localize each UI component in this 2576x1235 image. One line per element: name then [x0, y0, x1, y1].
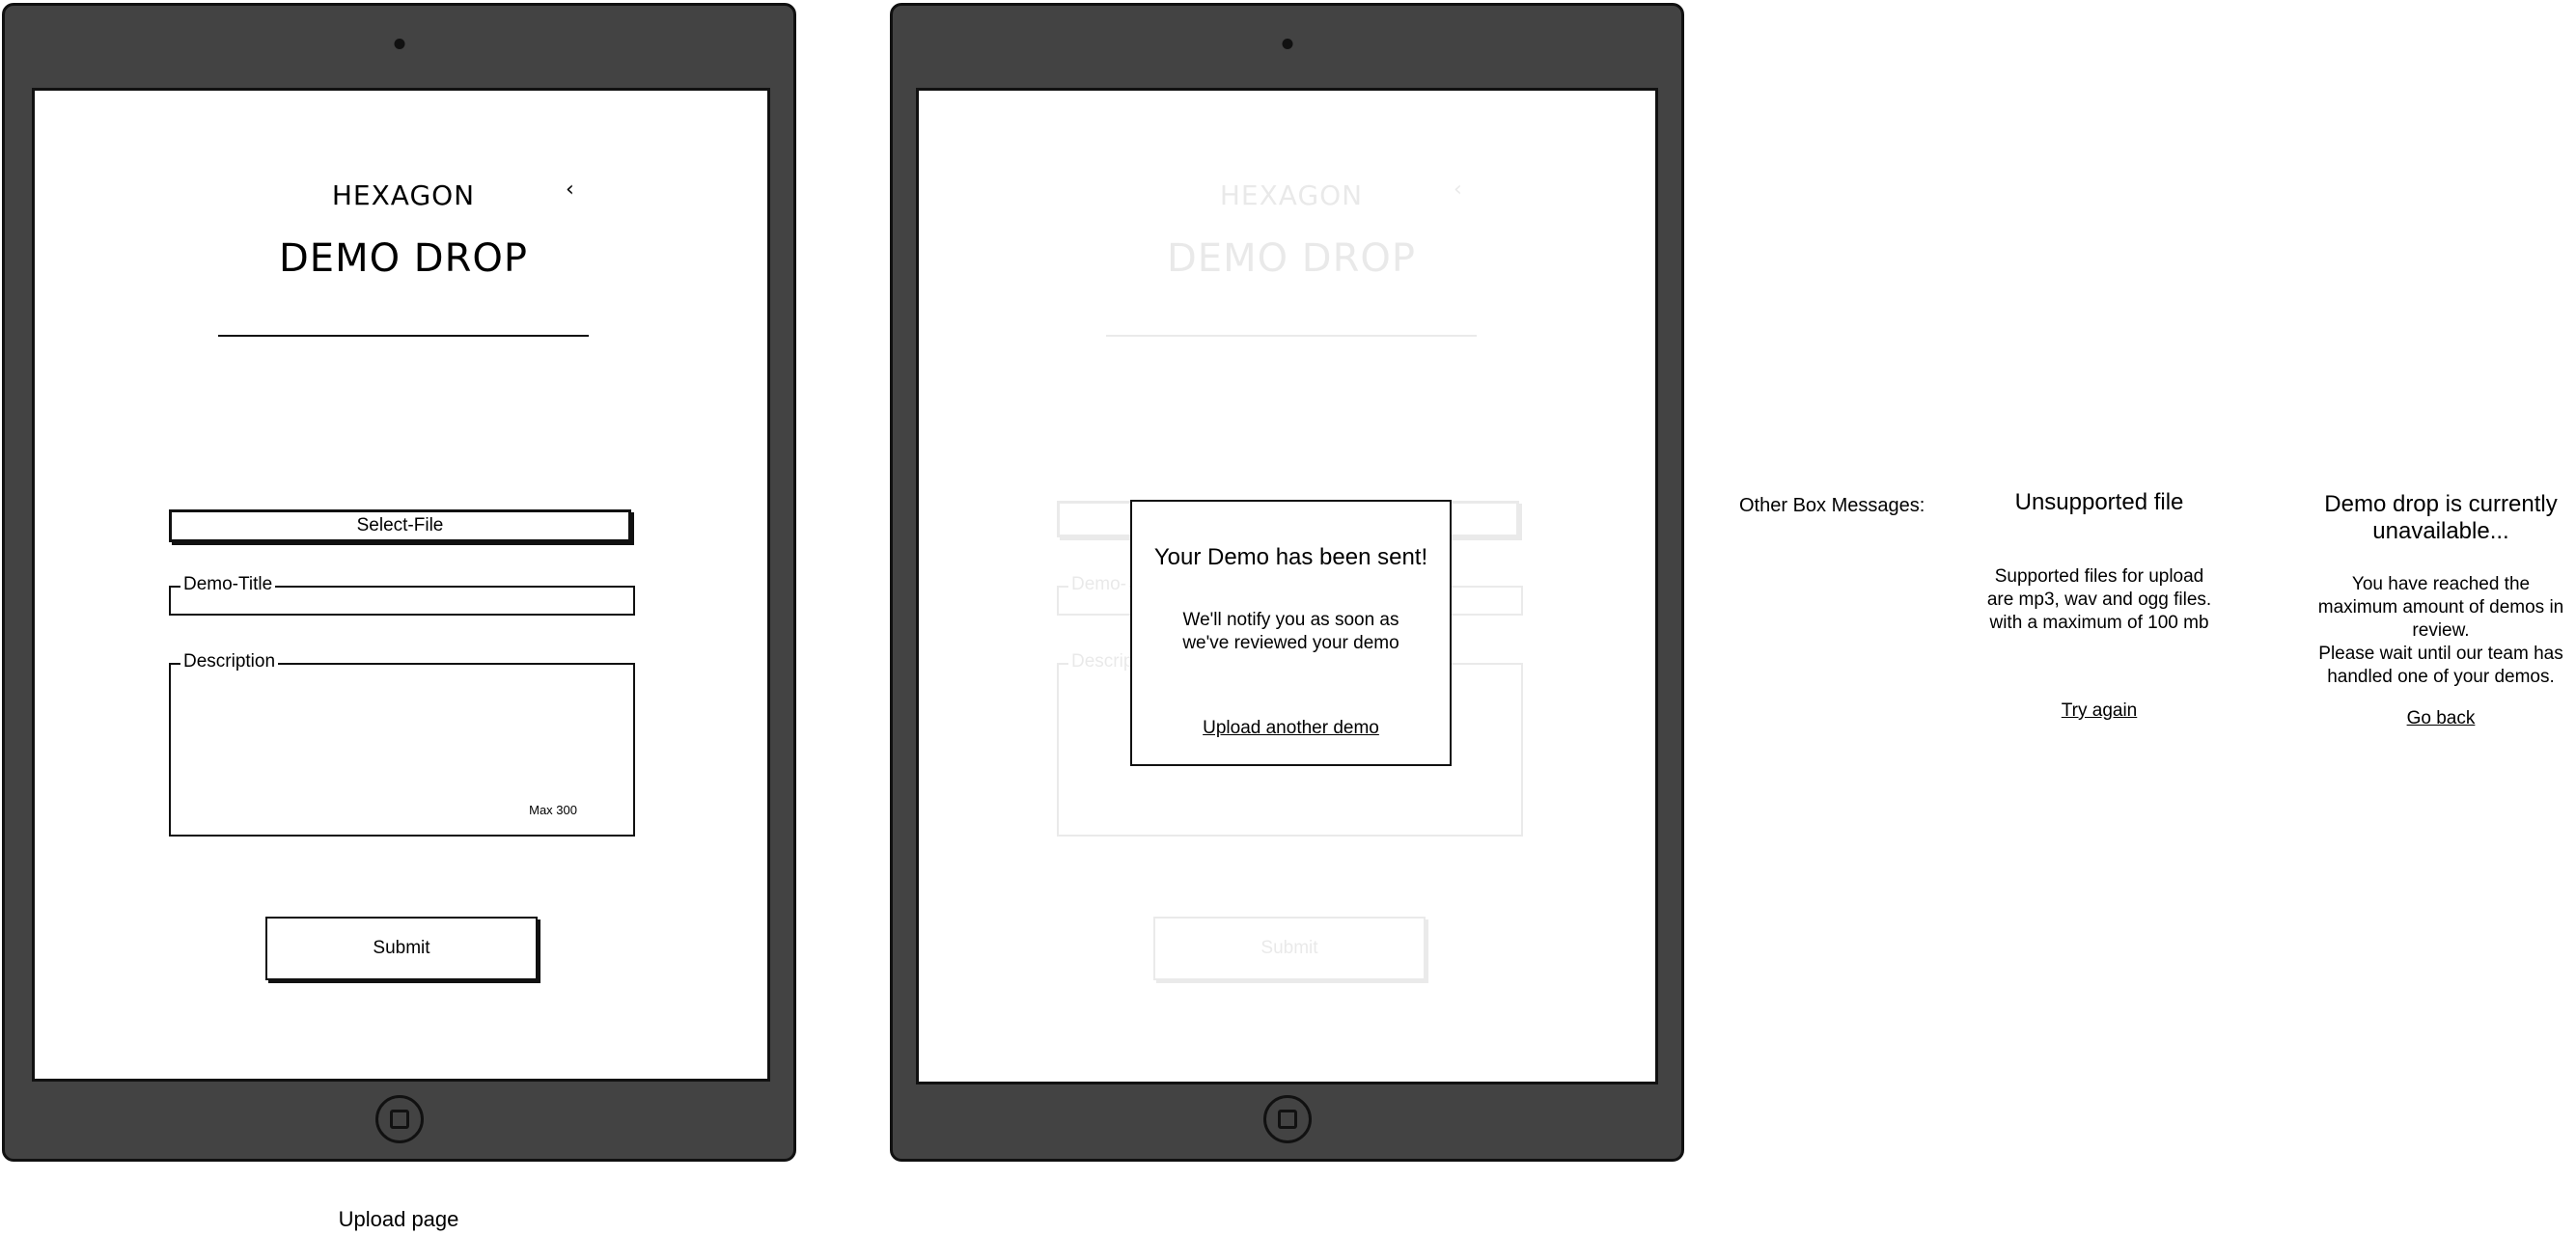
demo-title-label: Demo-	[1068, 574, 1130, 595]
tablet-upload-page: HEXAGON ‹ DEMO DROP Select-File Demo-Tit…	[2, 3, 796, 1162]
header-divider	[1106, 335, 1477, 337]
unavailable-line-4: Please wait until our team has	[2318, 644, 2563, 664]
unavailable-line-2: maximum amount of demos in	[2317, 597, 2564, 618]
message-demo-drop-unavailable: Demo drop is currently unavailable... Yo…	[2296, 491, 2576, 729]
upload-another-demo-link-text[interactable]: Upload another demo	[1203, 718, 1379, 738]
description-label: Description	[180, 651, 279, 672]
logo-hexagon: HEXAGON	[331, 179, 476, 211]
unavailable-title-line-1: Demo drop is currently	[2324, 491, 2558, 517]
logo-hexagon: HEXAGON	[1219, 179, 1364, 211]
try-again-link-text[interactable]: Try again	[2062, 700, 2138, 721]
demo-title-label: Demo-Title	[180, 574, 276, 595]
page-title: DEMO DROP	[279, 236, 528, 281]
description-label: Descrip	[1068, 651, 1137, 672]
unavailable-line-5: handled one of your demos.	[2327, 667, 2555, 687]
message-unsupported-file: Unsupported file Supported files for upl…	[1964, 489, 2234, 722]
page-title: DEMO DROP	[1167, 236, 1416, 281]
demo-sent-modal: Your Demo has been sent! We'll notify yo…	[1130, 500, 1452, 766]
modal-title: Your Demo has been sent!	[1153, 544, 1428, 570]
home-button[interactable]	[1262, 1095, 1312, 1143]
description-max-label: Max 300	[529, 803, 577, 817]
unavailable-line-1: You have reached the	[2351, 574, 2531, 594]
unavailable-line-3: review.	[2412, 620, 2470, 641]
screen-upload-page: HEXAGON ‹ DEMO DROP Select-File Demo-Tit…	[32, 88, 770, 1082]
unavailable-title-line-2: unavailable...	[2372, 518, 2509, 544]
submit-button[interactable]: Submit	[265, 917, 538, 980]
chevron-left-icon: ‹	[1454, 178, 1462, 202]
select-file-button[interactable]: Select-File	[169, 509, 631, 542]
caption-upload-page: Upload page	[338, 1207, 459, 1231]
camera-dot	[1282, 39, 1292, 49]
submit-button: Submit	[1153, 917, 1426, 980]
try-again-link[interactable]: Try again	[1964, 700, 2234, 722]
unsupported-line-1: Supported files for upload	[1994, 566, 2204, 587]
camera-dot	[394, 39, 404, 49]
other-box-messages-heading: Other Box Messages:	[1739, 495, 1925, 516]
upload-another-demo-link[interactable]: Upload another demo	[1132, 718, 1450, 739]
tablet-demo-sent: HEXAGON ‹ DEMO DROP Demo- Descrip Submit…	[890, 3, 1684, 1162]
unsupported-line-2: are mp3, wav and ogg files.	[1986, 590, 2212, 610]
go-back-link-text[interactable]: Go back	[2407, 708, 2476, 728]
home-button[interactable]	[374, 1095, 424, 1143]
chevron-left-icon[interactable]: ‹	[566, 178, 574, 202]
unsupported-line-3: with a maximum of 100 mb	[1989, 613, 2209, 633]
screen-demo-sent: HEXAGON ‹ DEMO DROP Demo- Descrip Submit…	[916, 88, 1658, 1084]
demo-title-field[interactable]: Demo-Title	[169, 574, 635, 616]
description-field[interactable]: Description Max 300	[169, 651, 635, 837]
modal-body-line-1: We'll notify you as soon as	[1182, 610, 1399, 630]
header-divider	[218, 335, 589, 337]
unsupported-title: Unsupported file	[2014, 489, 2184, 515]
go-back-link[interactable]: Go back	[2296, 708, 2576, 729]
wireframe-canvas: HEXAGON ‹ DEMO DROP Select-File Demo-Tit…	[0, 0, 2576, 1235]
modal-body-line-2: we've reviewed your demo	[1182, 633, 1399, 653]
